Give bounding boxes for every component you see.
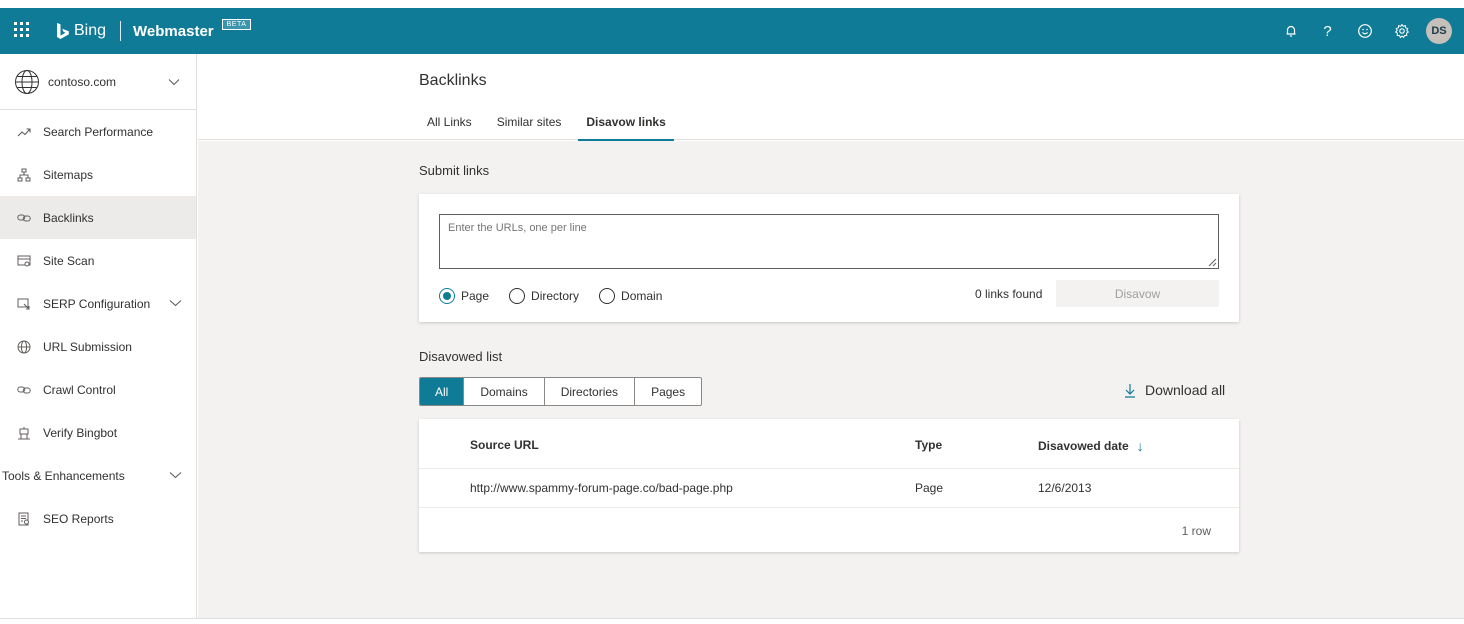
column-header-source-url[interactable]: Source URL [470,438,539,452]
sidebar-item-label: Crawl Control [43,382,116,397]
radio-label: Page [461,289,490,303]
sidebar-item-label: SERP Configuration [43,296,151,311]
download-all-button[interactable]: Download all [1124,382,1225,398]
sidebar-item-url-submission[interactable]: URL Submission [0,325,196,368]
brand-divider [120,21,122,41]
top-bar: Bing Webmaster BETA ? DS [0,8,1464,54]
radio-circle [439,288,455,304]
sidebar-item-seo-reports[interactable]: SEO Reports [0,497,196,540]
window-bottom-edge [0,618,1464,624]
scan-icon [16,253,32,269]
tab-all-links[interactable]: All Links [419,112,480,140]
sidebar-item-search-performance[interactable]: Search Performance [0,110,196,153]
tab-bar: All Links Similar sites Disavow links [419,112,683,141]
bing-label: Bing [74,22,107,39]
sidebar-item-label: Verify Bingbot [43,425,118,440]
globe-icon [16,339,32,355]
sidebar: contoso.com Search Performance Sitemaps … [0,54,197,618]
sidebar-item-label: Site Scan [43,253,95,268]
sitemap-icon [16,167,32,183]
page-header: Backlinks All Links Similar sites Disavo… [198,54,1464,141]
report-icon [16,511,32,527]
column-header-type[interactable]: Type [915,438,942,452]
disavowed-table: Source URL Type Disavowed date ↓ http://w… [419,419,1239,552]
sidebar-item-crawl-control[interactable]: Crawl Control [0,368,196,411]
page-title: Backlinks [419,72,487,89]
filter-pages[interactable]: Pages [635,378,701,405]
download-all-label: Download all [1145,382,1226,398]
radio-directory[interactable]: Directory [509,288,579,304]
top-icons: ? DS [1272,8,1452,54]
resize-grip-icon[interactable] [1208,258,1217,267]
sidebar-item-label: Search Performance [43,124,154,139]
disavowed-list-title: Disavowed list [419,349,503,364]
sidebar-item-label: Backlinks [43,210,94,225]
sidebar-item-label: SEO Reports [43,511,114,526]
chevron-down-icon [168,78,180,85]
download-icon [1125,383,1135,398]
bing-logo[interactable]: Bing [56,22,106,40]
product-name: Webmaster [133,22,214,40]
feedback-smiley-icon[interactable] [1346,8,1383,54]
sidebar-item-verify-bingbot[interactable]: Verify Bingbot [0,411,196,454]
chevron-down-icon [169,300,182,307]
radio-circle [599,288,616,304]
tab-similar-sites[interactable]: Similar sites [489,112,570,140]
site-name: contoso.com [48,74,117,89]
globe-icon [15,69,39,94]
radio-domain[interactable]: Domain [599,288,662,304]
sort-descending-icon[interactable]: ↓ [1137,438,1144,454]
cell-source-url: http://www.spammy-forum-page.co/bad-page… [470,481,733,495]
submit-links-title: Submit links [419,163,490,178]
sidebar-item-sitemaps[interactable]: Sitemaps [0,153,196,196]
filter-directories[interactable]: Directories [545,378,636,405]
radio-label: Domain [621,289,663,303]
tab-disavow-links[interactable]: Disavow links [578,112,675,141]
settings-gear-icon[interactable] [1383,8,1420,54]
submit-links-card: Page Directory Domain 0 links found Disa… [419,194,1239,322]
chevron-down-icon [169,472,182,479]
column-header-disavowed-date[interactable]: Disavowed date ↓ [1038,438,1144,454]
row-count: 1 row [1181,524,1211,538]
app-launcher-icon[interactable] [14,22,32,40]
table-row[interactable]: http://www.spammy-forum-page.co/bad-page… [419,469,1239,508]
links-found-count: 0 links found [975,287,1043,301]
radio-label: Directory [531,289,580,303]
sidebar-item-label: Sitemaps [43,167,94,182]
avatar[interactable]: DS [1426,18,1452,44]
help-glyph: ? [1323,22,1332,40]
filter-domains[interactable]: Domains [464,378,545,405]
sidebar-item-serp-configuration[interactable]: SERP Configuration [0,282,196,325]
link-type-radio-group: Page Directory Domain [439,288,682,304]
bing-icon [57,23,69,39]
cell-type: Page [915,481,944,495]
notification-bell-icon[interactable] [1272,8,1309,54]
link-icon [16,382,32,398]
sidebar-item-backlinks[interactable]: Backlinks [0,196,196,239]
serp-icon [16,296,32,312]
main-area: Backlinks All Links Similar sites Disavo… [198,54,1464,618]
sidebar-item-label: URL Submission [43,339,132,354]
site-picker[interactable]: contoso.com [0,54,196,110]
cell-disavowed-date: 12/6/2013 [1038,481,1092,495]
robot-icon [16,425,32,441]
sidebar-item-site-scan[interactable]: Site Scan [0,239,196,282]
help-icon[interactable]: ? [1309,8,1346,54]
sidebar-item-label: Tools & Enhancements [2,468,125,483]
trend-icon [16,124,32,140]
content-area: Submit links Page Directory Domain 0 lin… [198,141,1464,618]
sidebar-section-tools-enhancements[interactable]: Tools & Enhancements [0,454,196,497]
filter-all[interactable]: All [420,378,465,405]
url-input[interactable] [439,214,1219,269]
column-header-label: Disavowed date [1038,439,1129,453]
beta-badge: BETA [221,18,252,30]
radio-page[interactable]: Page [439,288,489,304]
table-header-row: Source URL Type Disavowed date ↓ [419,419,1239,469]
radio-circle [509,288,526,304]
filter-segmented-control: All Domains Directories Pages [419,377,703,406]
link-icon [16,210,32,226]
disavow-button[interactable]: Disavow [1056,280,1219,307]
